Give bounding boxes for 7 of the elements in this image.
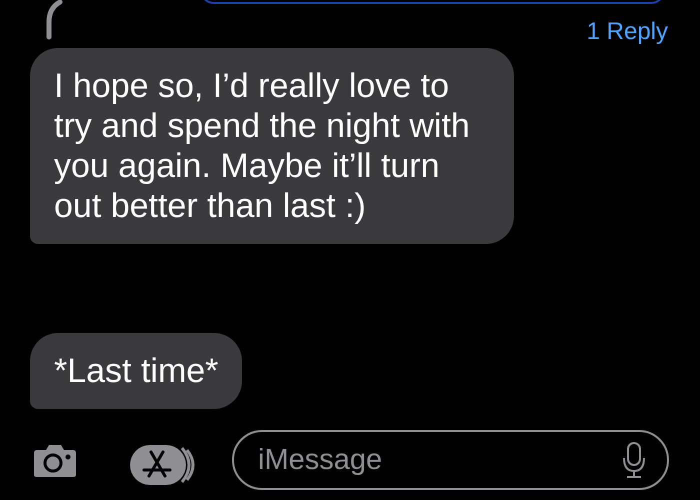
message-field[interactable]: iMessage	[232, 430, 669, 490]
message-bubble: *Last time*	[30, 333, 242, 409]
camera-icon[interactable]	[33, 442, 77, 478]
message-bubble: I hope so, I’d really love to try and spend the night with you again. Maybe it’ll turn out better than last :)	[30, 48, 514, 244]
reply-count-link[interactable]: 1 Reply	[586, 14, 668, 50]
microphone-icon[interactable]	[622, 442, 646, 478]
thread-line	[44, 0, 64, 40]
